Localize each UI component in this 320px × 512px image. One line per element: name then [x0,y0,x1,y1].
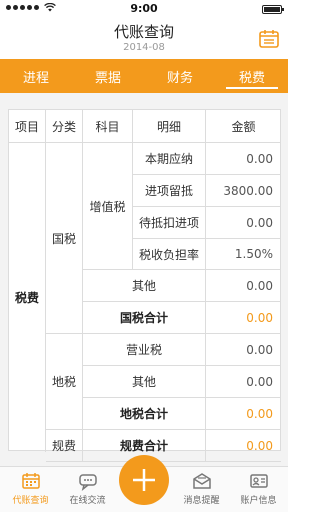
amount-cell: 0.00 [206,207,281,239]
detail-cell: 税收负担率 [133,239,206,270]
tax-content-area[interactable]: 项目 分类 科目 明细 金额 税费 国税 增值税 本期应纳 0.00 进项留抵 … [0,93,288,466]
amount-cell: 0.00 [206,334,281,366]
add-button[interactable] [119,455,169,505]
guoshui-total-label: 国税合计 [83,302,206,334]
detail-cell-business-tax: 营业税 [83,334,206,366]
category-cell-guifei: 规费 [46,430,83,462]
project-cell-tax: 税费 [9,143,46,452]
tab-bills[interactable]: 票据 [72,59,144,93]
column-header-subject: 科目 [83,110,133,143]
amount-cell: 1.50% [206,239,281,270]
amount-cell: 0.00 [206,270,281,302]
tab-bar: 进程 票据 财务 税费 [0,59,288,93]
calendar-switch-icon[interactable] [258,28,280,50]
category-cell-dishui: 地税 [46,334,83,430]
tax-table: 项目 分类 科目 明细 金额 税费 国税 增值税 本期应纳 0.00 进项留抵 … [8,109,281,462]
nav-label: 在线交流 [69,496,106,506]
tab-tax[interactable]: 税费 [216,59,288,93]
status-time: 9:00 [130,2,158,15]
guoshui-total-amount: 0.00 [206,302,281,334]
column-header-detail: 明细 [133,110,206,143]
column-header-category: 分类 [46,110,83,143]
category-cell-guoshui: 国税 [46,143,83,334]
tab-progress[interactable]: 进程 [0,59,72,93]
detail-cell: 进项留抵 [133,175,206,207]
status-bar: 9:00 [0,0,288,18]
nav-item-online-chat[interactable]: 在线交流 [59,467,116,512]
column-header-project: 项目 [9,110,46,143]
guifei-total-amount: 0.00 [206,430,281,462]
calendar-icon [21,473,40,489]
amount-cell: 0.00 [206,143,281,175]
id-card-icon [249,474,268,488]
nav-label: 消息提醒 [183,496,220,506]
subject-cell-vat: 增值税 [83,143,133,270]
detail-cell: 本期应纳 [133,143,206,175]
nav-label: 账户信息 [240,496,277,506]
amount-cell: 0.00 [206,366,281,398]
app-header: 代账查询 2014-08 [0,18,288,58]
page-title: 代账查询 [113,23,174,41]
chat-icon [78,474,97,491]
amount-cell: 3800.00 [206,175,281,207]
detail-cell: 待抵扣进项 [133,207,206,239]
plus-icon [133,469,155,491]
mail-icon [192,473,211,489]
column-header-amount: 金额 [206,110,281,143]
nav-item-account-query[interactable]: 代账查询 [2,467,59,512]
dishui-total-amount: 0.00 [206,398,281,430]
nav-item-account-info[interactable]: 账户信息 [230,467,287,512]
detail-cell-dishui-other: 其他 [83,366,206,398]
dishui-total-label: 地税合计 [83,398,206,430]
battery-icon [262,5,284,14]
page-subtitle-date: 2014-08 [123,42,165,53]
tab-finance[interactable]: 财务 [144,59,216,93]
detail-cell-guoshui-other: 其他 [83,270,206,302]
nav-label: 代账查询 [12,496,49,506]
nav-item-message-reminder[interactable]: 消息提醒 [173,467,230,512]
